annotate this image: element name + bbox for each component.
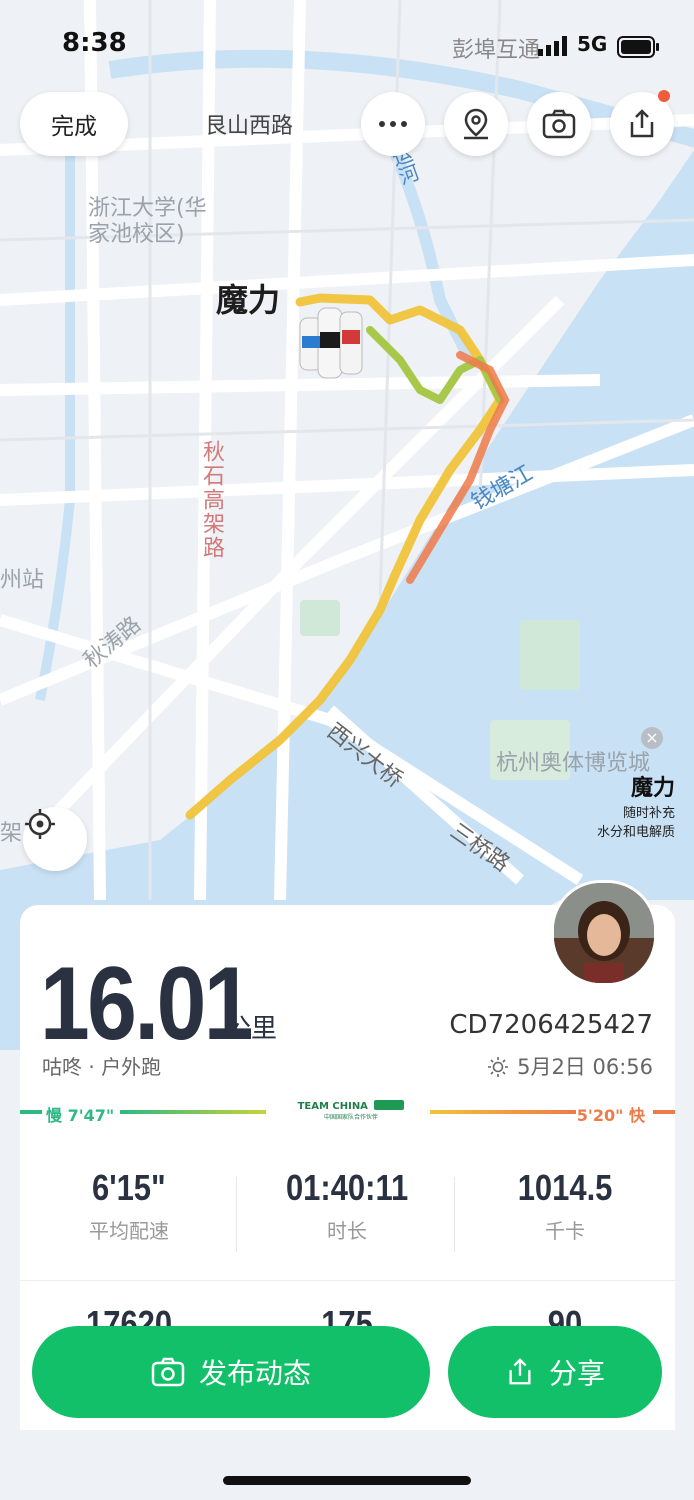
more-button[interactable] [361, 92, 425, 156]
camera-button[interactable] [527, 92, 591, 156]
map-label-station: 州站 [0, 568, 45, 593]
post-label: 发布动态 [198, 1357, 311, 1390]
team-china-logo: TEAM CHINA 中国国家队合作伙伴 [296, 1100, 406, 1121]
battery-icon [617, 36, 659, 58]
stat-label: 平均配速 [89, 1219, 169, 1243]
camera-icon [151, 1357, 185, 1387]
status-carrier: 彭埠互通 [452, 38, 541, 63]
record-code: CD7206425427 [449, 1010, 653, 1040]
date-text: 5月2日 06:56 [517, 1055, 653, 1079]
post-button[interactable]: 发布动态 [32, 1326, 430, 1418]
share-icon [505, 1357, 535, 1387]
stat-label: 时长 [327, 1219, 367, 1243]
share-icon [630, 109, 654, 138]
close-ad-icon[interactable]: × [641, 727, 663, 749]
ad-line-1: 随时补充 [622, 806, 675, 821]
pace-fast-label: 5'20" 快 [576, 1106, 645, 1125]
stat-value: 6'15" [92, 1167, 166, 1208]
home-indicator[interactable] [223, 1476, 471, 1485]
distance-value: 16.01 [40, 946, 254, 1062]
done-button[interactable]: 完成 [20, 92, 128, 156]
notification-dot [658, 90, 670, 102]
map-label-road: 艮山西路 [205, 114, 294, 139]
network-type: 5G [577, 32, 608, 56]
map-label-fragment: 架 [0, 821, 23, 846]
brand-ad[interactable]: 魔力 随时补充 水分和电解质 [580, 770, 675, 840]
avatar[interactable] [551, 880, 657, 986]
status-time: 8:38 [62, 28, 127, 58]
status-bar: 8:38 彭埠互通 5G [0, 28, 694, 64]
export-button[interactable] [610, 90, 674, 156]
map-label-university: 浙江大学(华家池校区) [88, 196, 207, 247]
locate-button[interactable] [23, 807, 87, 871]
stat-calories: 1014.5 千卡 [456, 1167, 674, 1244]
activity-type: 咕咚 · 户外跑 [42, 1055, 162, 1079]
sun-icon [488, 1057, 509, 1077]
stat-value: 1014.5 [517, 1167, 613, 1208]
signal-icon [538, 36, 567, 56]
share-label: 分享 [548, 1357, 605, 1390]
stat-pace: 6'15" 平均配速 [20, 1167, 238, 1244]
ad-brand: 魔力 [630, 776, 675, 801]
map-label-expressway: 秋石高架路 [199, 440, 224, 560]
crosshair-icon [25, 809, 55, 839]
brand-marker-label: 魔力 [216, 281, 281, 319]
stat-duration: 01:40:11 时长 [238, 1167, 456, 1244]
map-style-button[interactable] [444, 92, 508, 156]
stats-row: 6'15" 平均配速 01:40:11 时长 1014.5 千卡 [20, 1167, 675, 1277]
record-date: 5月2日 06:56 [487, 1051, 653, 1081]
team-logo-text: TEAM CHINA [297, 1101, 368, 1112]
pace-slow-label: 慢 7'47" [46, 1106, 115, 1125]
team-logo-sub: 中国国家队合作伙伴 [323, 1114, 378, 1121]
share-button[interactable]: 分享 [448, 1326, 662, 1418]
more-icon [379, 121, 407, 127]
location-pin-icon [464, 108, 488, 140]
stat-value: 01:40:11 [285, 1167, 409, 1208]
avatar-image [554, 883, 654, 983]
ad-line-2: 水分和电解质 [596, 825, 675, 840]
stat-label: 千卡 [545, 1219, 585, 1243]
camera-icon [542, 109, 576, 139]
distance-unit: 公里 [225, 1014, 278, 1044]
pace-scale: 慢 7'47" 5'20" 快 TEAM CHINA 中国国家队合作伙伴 [20, 1100, 675, 1130]
